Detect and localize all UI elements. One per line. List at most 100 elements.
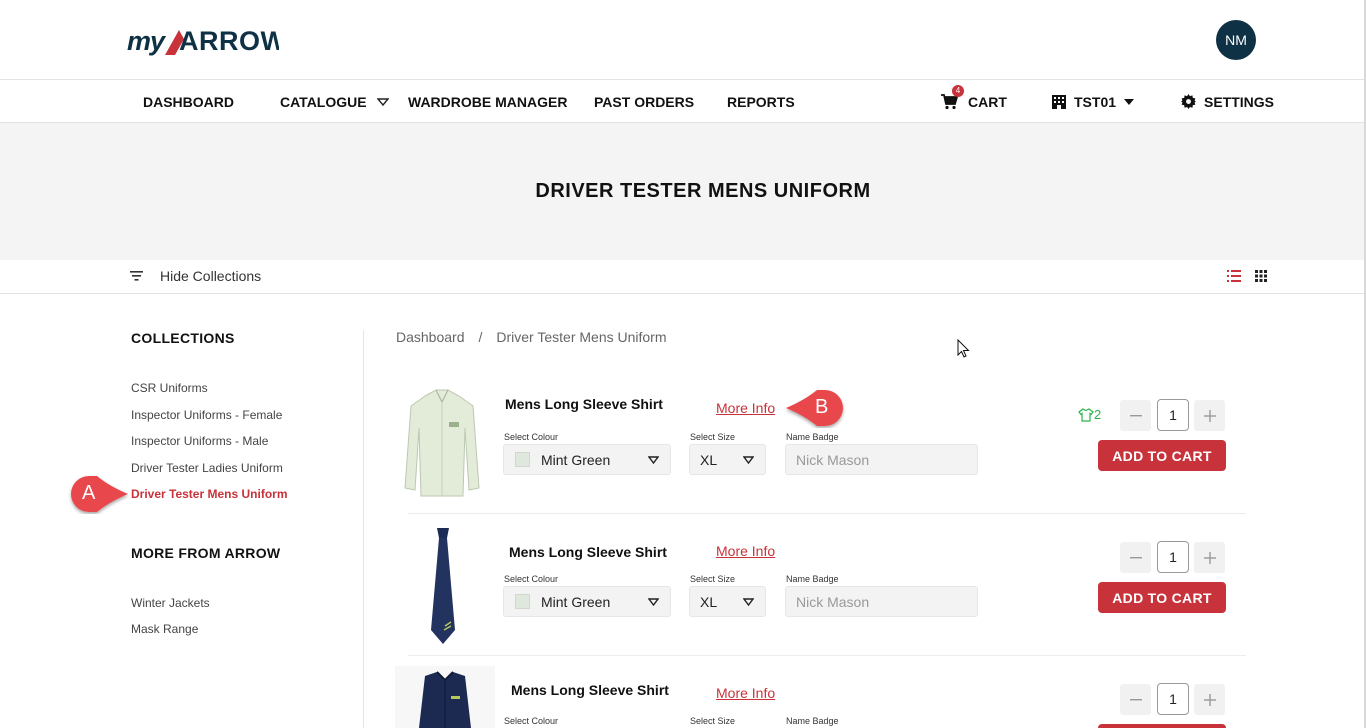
select-size-label: Select Size <box>690 574 736 584</box>
callout-b: B <box>784 388 850 433</box>
qty-field[interactable]: 1 <box>1157 683 1189 715</box>
nav-reports-label: REPORTS <box>727 93 795 110</box>
nav-cart[interactable]: 4 CART <box>941 80 1007 123</box>
collection-link-driver-mens[interactable]: Driver Tester Mens Uniform <box>131 487 288 501</box>
qty-decrement-button[interactable] <box>1120 542 1151 573</box>
add-to-cart-button[interactable]: ADD TO CART <box>1098 582 1226 613</box>
nav-dashboard-label: DASHBOARD <box>143 93 234 110</box>
cart-icon-wrap: 4 <box>941 84 964 110</box>
nav-catalogue-label: CATALOGUE <box>280 93 367 110</box>
add-to-cart-button[interactable]: ADD TO CART <box>1098 440 1226 471</box>
select-size-label: Select Size <box>690 716 736 726</box>
product-image-vest[interactable] <box>395 666 495 728</box>
qty-decrement-button[interactable] <box>1120 400 1151 431</box>
chevron-down-icon <box>743 598 754 606</box>
collection-link-inspector-male[interactable]: Inspector Uniforms - Male <box>131 434 268 448</box>
nav-dashboard[interactable]: DASHBOARD <box>143 80 234 123</box>
user-avatar[interactable]: NM <box>1216 20 1256 60</box>
myarrow-logo[interactable]: my ARROW <box>127 22 279 62</box>
collections-heading: COLLECTIONS <box>131 330 235 346</box>
name-badge-input[interactable] <box>785 586 978 617</box>
hide-collections-toggle[interactable]: Hide Collections <box>130 268 261 284</box>
nav-settings-label: SETTINGS <box>1204 93 1275 110</box>
gear-icon <box>1181 94 1196 109</box>
collection-link-inspector-female[interactable]: Inspector Uniforms - Female <box>131 408 282 422</box>
breadcrumb-current: Driver Tester Mens Uniform <box>496 329 667 345</box>
breadcrumb-home[interactable]: Dashboard <box>396 329 465 345</box>
size-select[interactable]: XL <box>689 444 766 475</box>
colour-value: Mint Green <box>541 451 611 468</box>
plus-icon <box>1203 551 1216 564</box>
account-switcher[interactable]: TST01 <box>1052 80 1135 123</box>
minus-icon <box>1129 414 1142 416</box>
more-from-arrow-heading: MORE FROM ARROW <box>131 545 281 561</box>
collection-toolbar: Hide Collections <box>0 260 1366 294</box>
qty-field[interactable]: 1 <box>1157 541 1189 573</box>
plus-icon <box>1203 409 1216 422</box>
collection-link-driver-ladies[interactable]: Driver Tester Ladies Uniform <box>131 461 283 475</box>
collections-sidebar: COLLECTIONS CSR Uniforms Inspector Unifo… <box>131 330 361 636</box>
product-name: Mens Long Sleeve Shirt <box>505 396 663 412</box>
nav-wardrobe-manager[interactable]: WARDROBE MANAGER <box>408 80 567 123</box>
svg-text:my: my <box>127 26 167 56</box>
product-image-tie[interactable] <box>423 526 463 646</box>
nav-settings[interactable]: SETTINGS <box>1181 80 1274 123</box>
qty-decrement-button[interactable] <box>1120 684 1151 715</box>
page-hero: DRIVER TESTER MENS UNIFORM <box>0 123 1366 260</box>
colour-select[interactable]: Mint Green <box>503 444 671 475</box>
row-divider <box>408 655 1246 656</box>
grid-view-icon[interactable] <box>1255 270 1267 282</box>
colour-swatch <box>515 452 530 467</box>
callout-a-label: A <box>82 482 96 504</box>
nav-reports[interactable]: REPORTS <box>727 80 795 123</box>
qty-increment-button[interactable] <box>1194 542 1225 573</box>
select-size-label: Select Size <box>690 432 736 442</box>
callout-b-label: B <box>815 396 829 418</box>
chevron-down-icon <box>648 598 659 606</box>
name-badge-input[interactable] <box>785 444 978 475</box>
more-info-link[interactable]: More Info <box>716 400 775 416</box>
main-nav: DASHBOARD CATALOGUE WARDROBE MANAGER PAS… <box>0 80 1366 123</box>
minus-icon <box>1129 698 1142 700</box>
callout-a: A <box>64 474 130 519</box>
size-value: XL <box>700 593 718 610</box>
add-to-cart-button[interactable] <box>1098 724 1226 728</box>
callout-a-marker <box>71 476 128 512</box>
caret-down-icon <box>1124 98 1135 105</box>
size-select[interactable]: XL <box>689 586 766 617</box>
chevron-down-icon <box>376 97 389 106</box>
chevron-down-icon <box>648 456 659 464</box>
cart-count-badge: 4 <box>952 84 964 97</box>
qty-field[interactable]: 1 <box>1157 399 1189 431</box>
more-info-link[interactable]: More Info <box>716 543 775 559</box>
more-info-link[interactable]: More Info <box>716 685 775 701</box>
collection-link-csr[interactable]: CSR Uniforms <box>131 381 208 395</box>
minus-icon <box>1129 556 1142 558</box>
sidebar-divider <box>363 330 364 728</box>
mouse-cursor-icon <box>957 339 970 358</box>
qty-increment-button[interactable] <box>1194 400 1225 431</box>
more-link-mask-range[interactable]: Mask Range <box>131 622 198 636</box>
row-divider <box>408 513 1246 514</box>
qty-increment-button[interactable] <box>1194 684 1225 715</box>
nav-catalogue[interactable]: CATALOGUE <box>280 80 389 123</box>
nav-past-orders[interactable]: PAST ORDERS <box>594 80 694 123</box>
colour-select[interactable]: Mint Green <box>503 586 671 617</box>
name-badge-label: Name Badge <box>786 574 839 584</box>
account-label: TST01 <box>1074 93 1117 110</box>
owned-count-indicator: 2 <box>1078 407 1101 422</box>
nav-cart-label: CART <box>968 93 1007 110</box>
product-name: Mens Long Sleeve Shirt <box>511 682 669 698</box>
nav-wardrobe-label: WARDROBE MANAGER <box>408 93 568 110</box>
svg-text:ARROW: ARROW <box>179 26 279 56</box>
filter-icon <box>130 271 143 281</box>
hide-collections-label: Hide Collections <box>160 268 262 284</box>
product-image-shirt[interactable] <box>403 388 481 500</box>
building-icon <box>1052 94 1066 109</box>
list-view-icon[interactable] <box>1227 270 1241 282</box>
product-name: Mens Long Sleeve Shirt <box>509 544 667 560</box>
select-colour-label: Select Colour <box>504 432 559 442</box>
tshirt-icon <box>1078 407 1094 422</box>
more-link-winter-jackets[interactable]: Winter Jackets <box>131 596 210 610</box>
size-value: XL <box>700 451 718 468</box>
